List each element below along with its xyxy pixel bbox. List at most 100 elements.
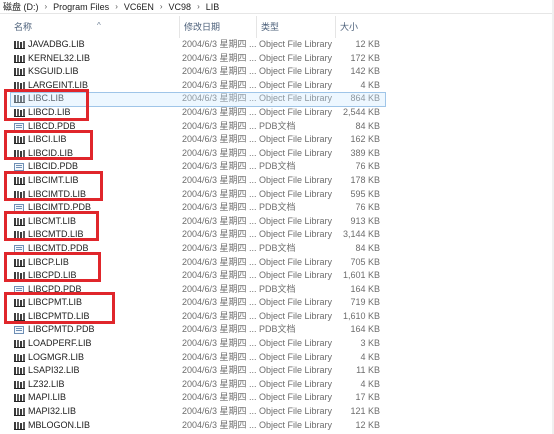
file-size: 595 KB [350,188,380,199]
file-name: LIBCPD.PDB [28,283,82,294]
file-type: Object File Library [259,147,333,158]
file-size: 162 KB [350,134,380,145]
file-modified-date: 2004/6/3 星期四 ... [182,283,256,294]
file-row[interactable]: MAPI32.LIB 2004/6/3 星期四 ... Object File Li… [0,405,554,419]
file-modified-date: 2004/6/3 星期四 ... [182,202,256,213]
column-header-size[interactable]: 大小 [335,16,385,38]
file-type: PDB文档 [259,283,296,294]
file-name: LIBCID.PDB [28,161,79,172]
file-name: LIBCMT.LIB [28,215,77,226]
file-size: 3,144 KB [342,229,380,240]
file-type: Object File Library [259,310,333,321]
file-modified-date: 2004/6/3 星期四 ... [182,79,256,90]
breadcrumb-separator[interactable]: › [157,2,166,11]
file-type: Object File Library [259,419,333,430]
file-modified-date: 2004/6/3 星期四 ... [182,351,256,362]
file-row[interactable]: LIBCIMT.LIB 2004/6/3 星期四 ... Object File L… [0,174,554,188]
file-row[interactable]: LIBCD.LIB 2004/6/3 星期四 ... Object File Lib… [0,106,554,120]
file-row[interactable]: LIBC.LIB 2004/6/3 星期四 ... Object File Libr… [0,92,554,107]
column-header-type[interactable]: 类型 [256,16,334,38]
lib-file-icon [14,108,25,117]
file-row[interactable]: LOADPERF.LIB 2004/6/3 星期四 ... Object File … [0,337,554,351]
breadcrumb-vc6en[interactable]: VC6EN [121,2,157,12]
file-row[interactable]: LIBCMT.LIB 2004/6/3 星期四 ... Object File Li… [0,215,554,229]
file-modified-date: 2004/6/3 星期四 ... [182,406,256,417]
file-row[interactable]: LIBCMTD.PDB 2004/6/3 星期四 ... PDB文档 84 KB [0,242,554,256]
file-type: PDB文档 [259,324,296,335]
file-modified-date: 2004/6/3 星期四 ... [182,310,256,321]
file-type: Object File Library [259,39,333,49]
file-size: 1,610 KB [342,310,380,321]
file-row[interactable]: MAPI.LIB 2004/6/3 星期四 ... Object File Libr… [0,391,554,405]
file-modified-date: 2004/6/3 星期四 ... [182,297,256,308]
file-row[interactable]: LIBCIMTD.LIB 2004/6/3 星期四 ... Object File … [0,188,554,202]
file-name: LIBCMTD.PDB [28,242,89,253]
file-modified-date: 2004/6/3 星期四 ... [182,270,256,281]
lib-file-icon [14,81,25,90]
breadcrumb-vc98[interactable]: VC98 [166,2,195,12]
file-row[interactable]: LZ32.LIB 2004/6/3 星期四 ... Object File Libr… [0,378,554,392]
file-size: 11 KB [356,365,380,376]
file-row[interactable]: LIBCPMTD.LIB 2004/6/3 星期四 ... Object File … [0,310,554,324]
file-row[interactable]: MBLOGON.LIB 2004/6/3 星期四 ... Object File L… [0,419,554,433]
file-row[interactable]: LIBCP.LIB 2004/6/3 星期四 ... Object File Lib… [0,256,554,270]
file-modified-date: 2004/6/3 星期四 ... [182,120,256,131]
file-size: 705 KB [350,256,380,267]
file-row[interactable]: LIBCPD.LIB 2004/6/3 星期四 ... Object File Li… [0,269,554,283]
file-modified-date: 2004/6/3 星期四 ... [182,338,256,349]
file-row[interactable]: LIBCMTD.LIB 2004/6/3 星期四 ... Object File L… [0,228,554,242]
breadcrumb-separator[interactable]: › [42,2,51,11]
file-size: 2,544 KB [342,106,380,117]
file-row[interactable]: LIBCPMTD.PDB 2004/6/3 星期四 ... PDB文档 164 KB [0,323,554,337]
lib-file-icon [14,380,25,389]
file-row[interactable]: KSGUID.LIB 2004/6/3 星期四 ... Object File Li… [0,65,554,79]
pdb-file-icon [14,326,25,335]
pdb-file-icon [14,244,25,253]
file-row[interactable]: LIBCI.LIB 2004/6/3 星期四 ... Object File Lib… [0,133,554,147]
file-row[interactable]: LARGEINT.LIB 2004/6/3 星期四 ... Object File … [0,79,554,93]
breadcrumb-lib[interactable]: LIB [203,2,223,12]
file-size: 12 KB [355,419,380,430]
file-row[interactable]: LIBCD.PDB 2004/6/3 星期四 ... PDB文档 84 KB [0,120,554,134]
file-name: JAVADBG.LIB [28,39,85,49]
breadcrumb-separator[interactable]: › [194,2,203,11]
lib-file-icon [14,68,25,77]
column-header-date[interactable]: 修改日期 [179,16,255,38]
file-row[interactable]: LIBCID.LIB 2004/6/3 星期四 ... Object File Li… [0,147,554,161]
file-type: Object File Library [259,297,333,308]
breadcrumb-separator[interactable]: › [112,2,121,11]
file-name: KERNEL32.LIB [28,52,91,63]
file-name: MBLOGON.LIB [28,419,91,430]
file-row[interactable]: LIBCID.PDB 2004/6/3 星期四 ... PDB文档 76 KB [0,160,554,174]
file-type: Object File Library [259,365,333,376]
file-type: Object File Library [259,188,333,199]
file-row[interactable]: LIBCPMT.LIB 2004/6/3 星期四 ... Object File L… [0,296,554,310]
file-type: Object File Library [259,256,333,267]
file-name: MAPI32.LIB [28,406,77,417]
file-row[interactable]: LIBCPD.PDB 2004/6/3 星期四 ... PDB文档 164 KB [0,283,554,297]
file-size: 4 KB [360,351,380,362]
breadcrumb-drive[interactable]: 磁盘 (D:) [0,0,42,13]
column-header-row: 名称 ^ 修改日期 类型 大小 [0,16,554,38]
column-header-name[interactable]: 名称 ^ [10,16,178,38]
file-size: 142 KB [350,66,380,77]
file-name: LIBCIMTD.PDB [28,202,92,213]
file-size: 76 KB [355,202,380,213]
lib-file-icon [14,367,25,376]
file-row[interactable]: LSAPI32.LIB 2004/6/3 星期四 ... Object File L… [0,364,554,378]
file-row[interactable]: LIBCIMTD.PDB 2004/6/3 星期四 ... PDB文档 76 KB [0,201,554,215]
file-name: KSGUID.LIB [28,66,79,77]
breadcrumb-program-files[interactable]: Program Files [50,2,112,12]
file-type: PDB文档 [259,161,296,172]
file-row[interactable]: LOGMGR.LIB 2004/6/3 星期四 ... Object File Li… [0,351,554,365]
file-row[interactable]: JAVADBG.LIB 2004/6/3 星期四 ... Object File L… [0,38,554,52]
file-row[interactable]: KERNEL32.LIB 2004/6/3 星期四 ... Object File … [0,52,554,66]
file-modified-date: 2004/6/3 星期四 ... [182,365,256,376]
lib-file-icon [14,353,25,362]
file-size: 864 KB [350,93,380,104]
file-name: LSAPI32.LIB [28,365,80,376]
file-list: JAVADBG.LIB 2004/6/3 星期四 ... Object File L… [0,38,554,432]
file-modified-date: 2004/6/3 星期四 ... [182,324,256,335]
lib-file-icon [14,54,25,63]
file-type: Object File Library [259,52,333,63]
